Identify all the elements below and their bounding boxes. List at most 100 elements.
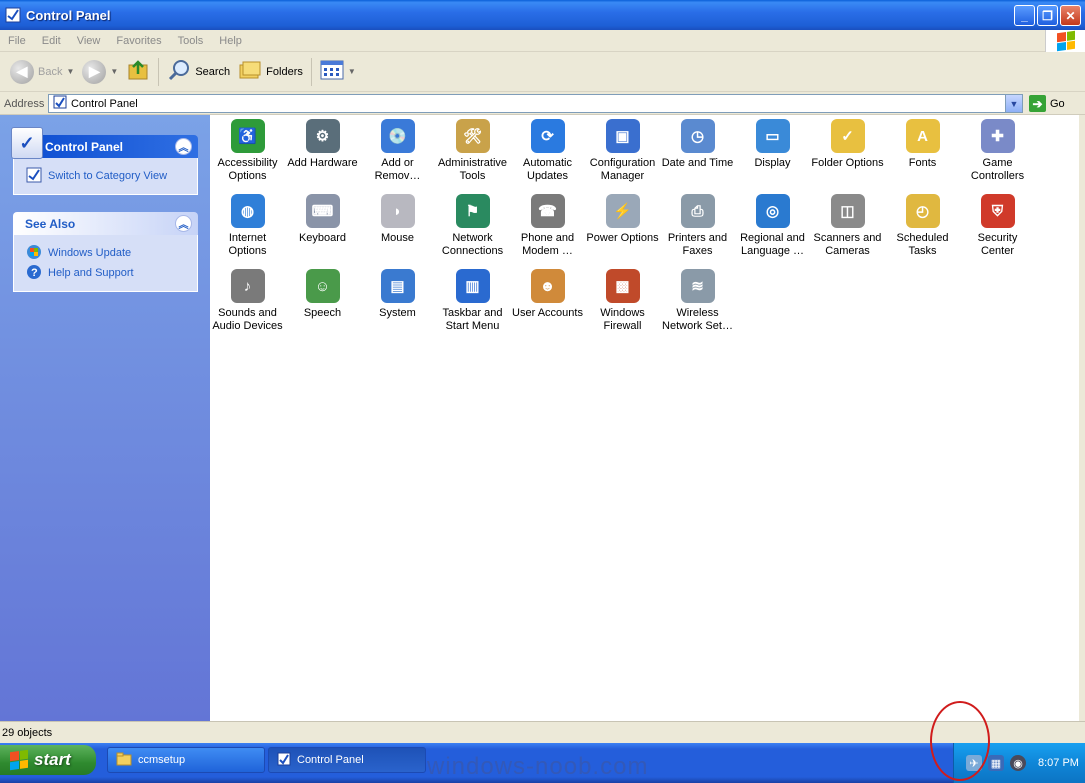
windows-update-link[interactable]: Windows Update (26, 243, 185, 263)
toolbar: ◀ Back ▼ ▶ ▼ Search Folders ▼ (0, 52, 1085, 92)
see-also-body: Windows Update ? Help and Support (13, 235, 198, 292)
control-panel-item[interactable]: ✓ Folder Options (810, 115, 885, 190)
control-panel-item-label: Folder Options (811, 157, 884, 169)
views-button[interactable]: ▼ (316, 57, 360, 87)
window-title: Control Panel (26, 7, 111, 23)
control-panel-item[interactable]: ⚡ Power Options (585, 190, 660, 265)
volume-tray-icon[interactable]: ◉ (1010, 755, 1026, 771)
control-panel-item[interactable]: 💿 Add or Remov… (360, 115, 435, 190)
taskbar-item-ccmsetup[interactable]: ccmsetup (107, 747, 265, 773)
address-input[interactable]: Control Panel ▼ (48, 94, 1023, 113)
menu-edit[interactable]: Edit (34, 35, 69, 47)
control-panel-item-label: Power Options (586, 232, 659, 244)
category-view-icon (26, 167, 42, 186)
control-panel-item[interactable]: ☻ User Accounts (510, 265, 585, 340)
chevron-down-icon[interactable]: ▼ (1005, 95, 1022, 112)
folders-button[interactable]: Folders (234, 57, 307, 87)
chevron-down-icon[interactable]: ▼ (348, 67, 356, 76)
scrollbar[interactable] (1079, 115, 1085, 721)
control-panel-header[interactable]: ✓ Control Panel ︽ (11, 127, 198, 159)
up-button[interactable] (122, 57, 154, 87)
control-panel-icon (5, 7, 21, 23)
search-icon (167, 58, 191, 85)
control-panel-item[interactable]: ▤ System (360, 265, 435, 340)
control-panel-item[interactable]: ▭ Display (735, 115, 810, 190)
control-panel-item[interactable]: 🛠 Administrative Tools (435, 115, 510, 190)
control-panel-item[interactable]: ◗ Mouse (360, 190, 435, 265)
close-button[interactable]: ✕ (1060, 5, 1081, 26)
switch-category-view-link[interactable]: Switch to Category View (26, 166, 185, 186)
chevron-down-icon[interactable]: ▼ (66, 67, 74, 76)
system-icon: ▤ (380, 269, 415, 303)
maximize-button[interactable]: ❐ (1037, 5, 1058, 26)
keyboard-icon: ⌨ (305, 194, 340, 228)
control-panel-item[interactable]: ⎙ Printers and Faxes (660, 190, 735, 265)
wireless-network-icon: ≋ (680, 269, 715, 303)
control-panel-item[interactable]: ⌨ Keyboard (285, 190, 360, 265)
control-panel-item[interactable]: ◫ Scanners and Cameras (810, 190, 885, 265)
menu-help[interactable]: Help (211, 35, 250, 47)
add-remove-programs-icon: 💿 (380, 119, 415, 153)
control-panel-item[interactable]: ◎ Regional and Language … (735, 190, 810, 265)
control-panel-item[interactable]: ⛨ Security Center (960, 190, 1035, 265)
menu-tools[interactable]: Tools (170, 35, 212, 47)
collapse-icon[interactable]: ︽ (175, 215, 192, 232)
control-panel-item-label: System (379, 307, 416, 319)
control-panel-item[interactable]: ◍ Internet Options (210, 190, 285, 265)
power-options-icon: ⚡ (605, 194, 640, 228)
go-button[interactable]: ➔ Go (1029, 95, 1065, 112)
back-button[interactable]: ◀ Back ▼ (6, 57, 78, 87)
see-also-header[interactable]: See Also ︽ (13, 212, 198, 235)
go-label: Go (1050, 97, 1065, 110)
control-panel-item[interactable]: ⚑ Network Connections (435, 190, 510, 265)
search-label: Search (195, 65, 231, 78)
control-panel-item[interactable]: ⟳ Automatic Updates (510, 115, 585, 190)
control-panel-icon (53, 95, 67, 112)
clock[interactable]: 8:07 PM (1038, 757, 1079, 769)
toolbar-separator (310, 57, 312, 86)
control-panel-item[interactable]: ▩ Windows Firewall (585, 265, 660, 340)
control-panel-item[interactable]: A Fonts (885, 115, 960, 190)
help-support-label: Help and Support (48, 267, 134, 279)
menu-view[interactable]: View (69, 35, 109, 47)
chevron-down-icon[interactable]: ▼ (110, 67, 118, 76)
control-panel-item[interactable]: ▣ Configuration Manager (585, 115, 660, 190)
start-button[interactable]: start (0, 745, 96, 775)
control-panel-item-label: Taskbar and Start Menu (442, 307, 503, 332)
collapse-icon[interactable]: ︽ (175, 138, 192, 155)
control-panel-item[interactable]: ◷ Date and Time (660, 115, 735, 190)
control-panel-item[interactable]: ◴ Scheduled Tasks (885, 190, 960, 265)
folder-icon (116, 752, 132, 769)
taskbar-start-menu-icon: ▥ (455, 269, 490, 303)
control-panel-item[interactable]: ☺ Speech (285, 265, 360, 340)
windows-flag-icon (10, 749, 28, 771)
address-label: Address (4, 97, 45, 110)
search-button[interactable]: Search (163, 57, 234, 87)
control-panel-item[interactable]: ♪ Sounds and Audio Devices (210, 265, 285, 340)
control-panel-item[interactable]: ⚙ Add Hardware (285, 115, 360, 190)
see-also-title: See Also (25, 216, 76, 231)
control-panel-item[interactable]: ☎ Phone and Modem … (510, 190, 585, 265)
menu-favorites[interactable]: Favorites (108, 35, 169, 47)
taskbar-item-label: ccmsetup (138, 754, 186, 766)
control-panel-item-label: Scheduled Tasks (896, 232, 949, 257)
control-panel-item-label: Administrative Tools (437, 157, 508, 182)
minimize-button[interactable]: _ (1014, 5, 1035, 26)
folder-options-icon: ✓ (830, 119, 865, 153)
network-tray-icon[interactable]: ▦ (988, 755, 1004, 771)
regional-language-icon: ◎ (755, 194, 790, 228)
control-panel-item[interactable]: ♿ Accessibility Options (210, 115, 285, 190)
help-support-link[interactable]: ? Help and Support (26, 263, 185, 283)
toolbar-separator (158, 57, 160, 86)
menu-file[interactable]: File (0, 35, 34, 47)
control-panel-item-label: Sounds and Audio Devices (212, 307, 283, 332)
taskbar-item-control-panel[interactable]: Control Panel (268, 747, 426, 773)
control-panel-item[interactable]: ✚ Game Controllers (960, 115, 1035, 190)
control-panel-item[interactable]: ≋ Wireless Network Set… (660, 265, 735, 340)
control-panel-icon (277, 752, 291, 769)
display-icon: ▭ (755, 119, 790, 153)
control-panel-item[interactable]: ▥ Taskbar and Start Menu (435, 265, 510, 340)
svg-text:?: ? (31, 267, 38, 279)
forward-button[interactable]: ▶ ▼ (78, 57, 122, 87)
windows-update-icon (26, 244, 42, 263)
